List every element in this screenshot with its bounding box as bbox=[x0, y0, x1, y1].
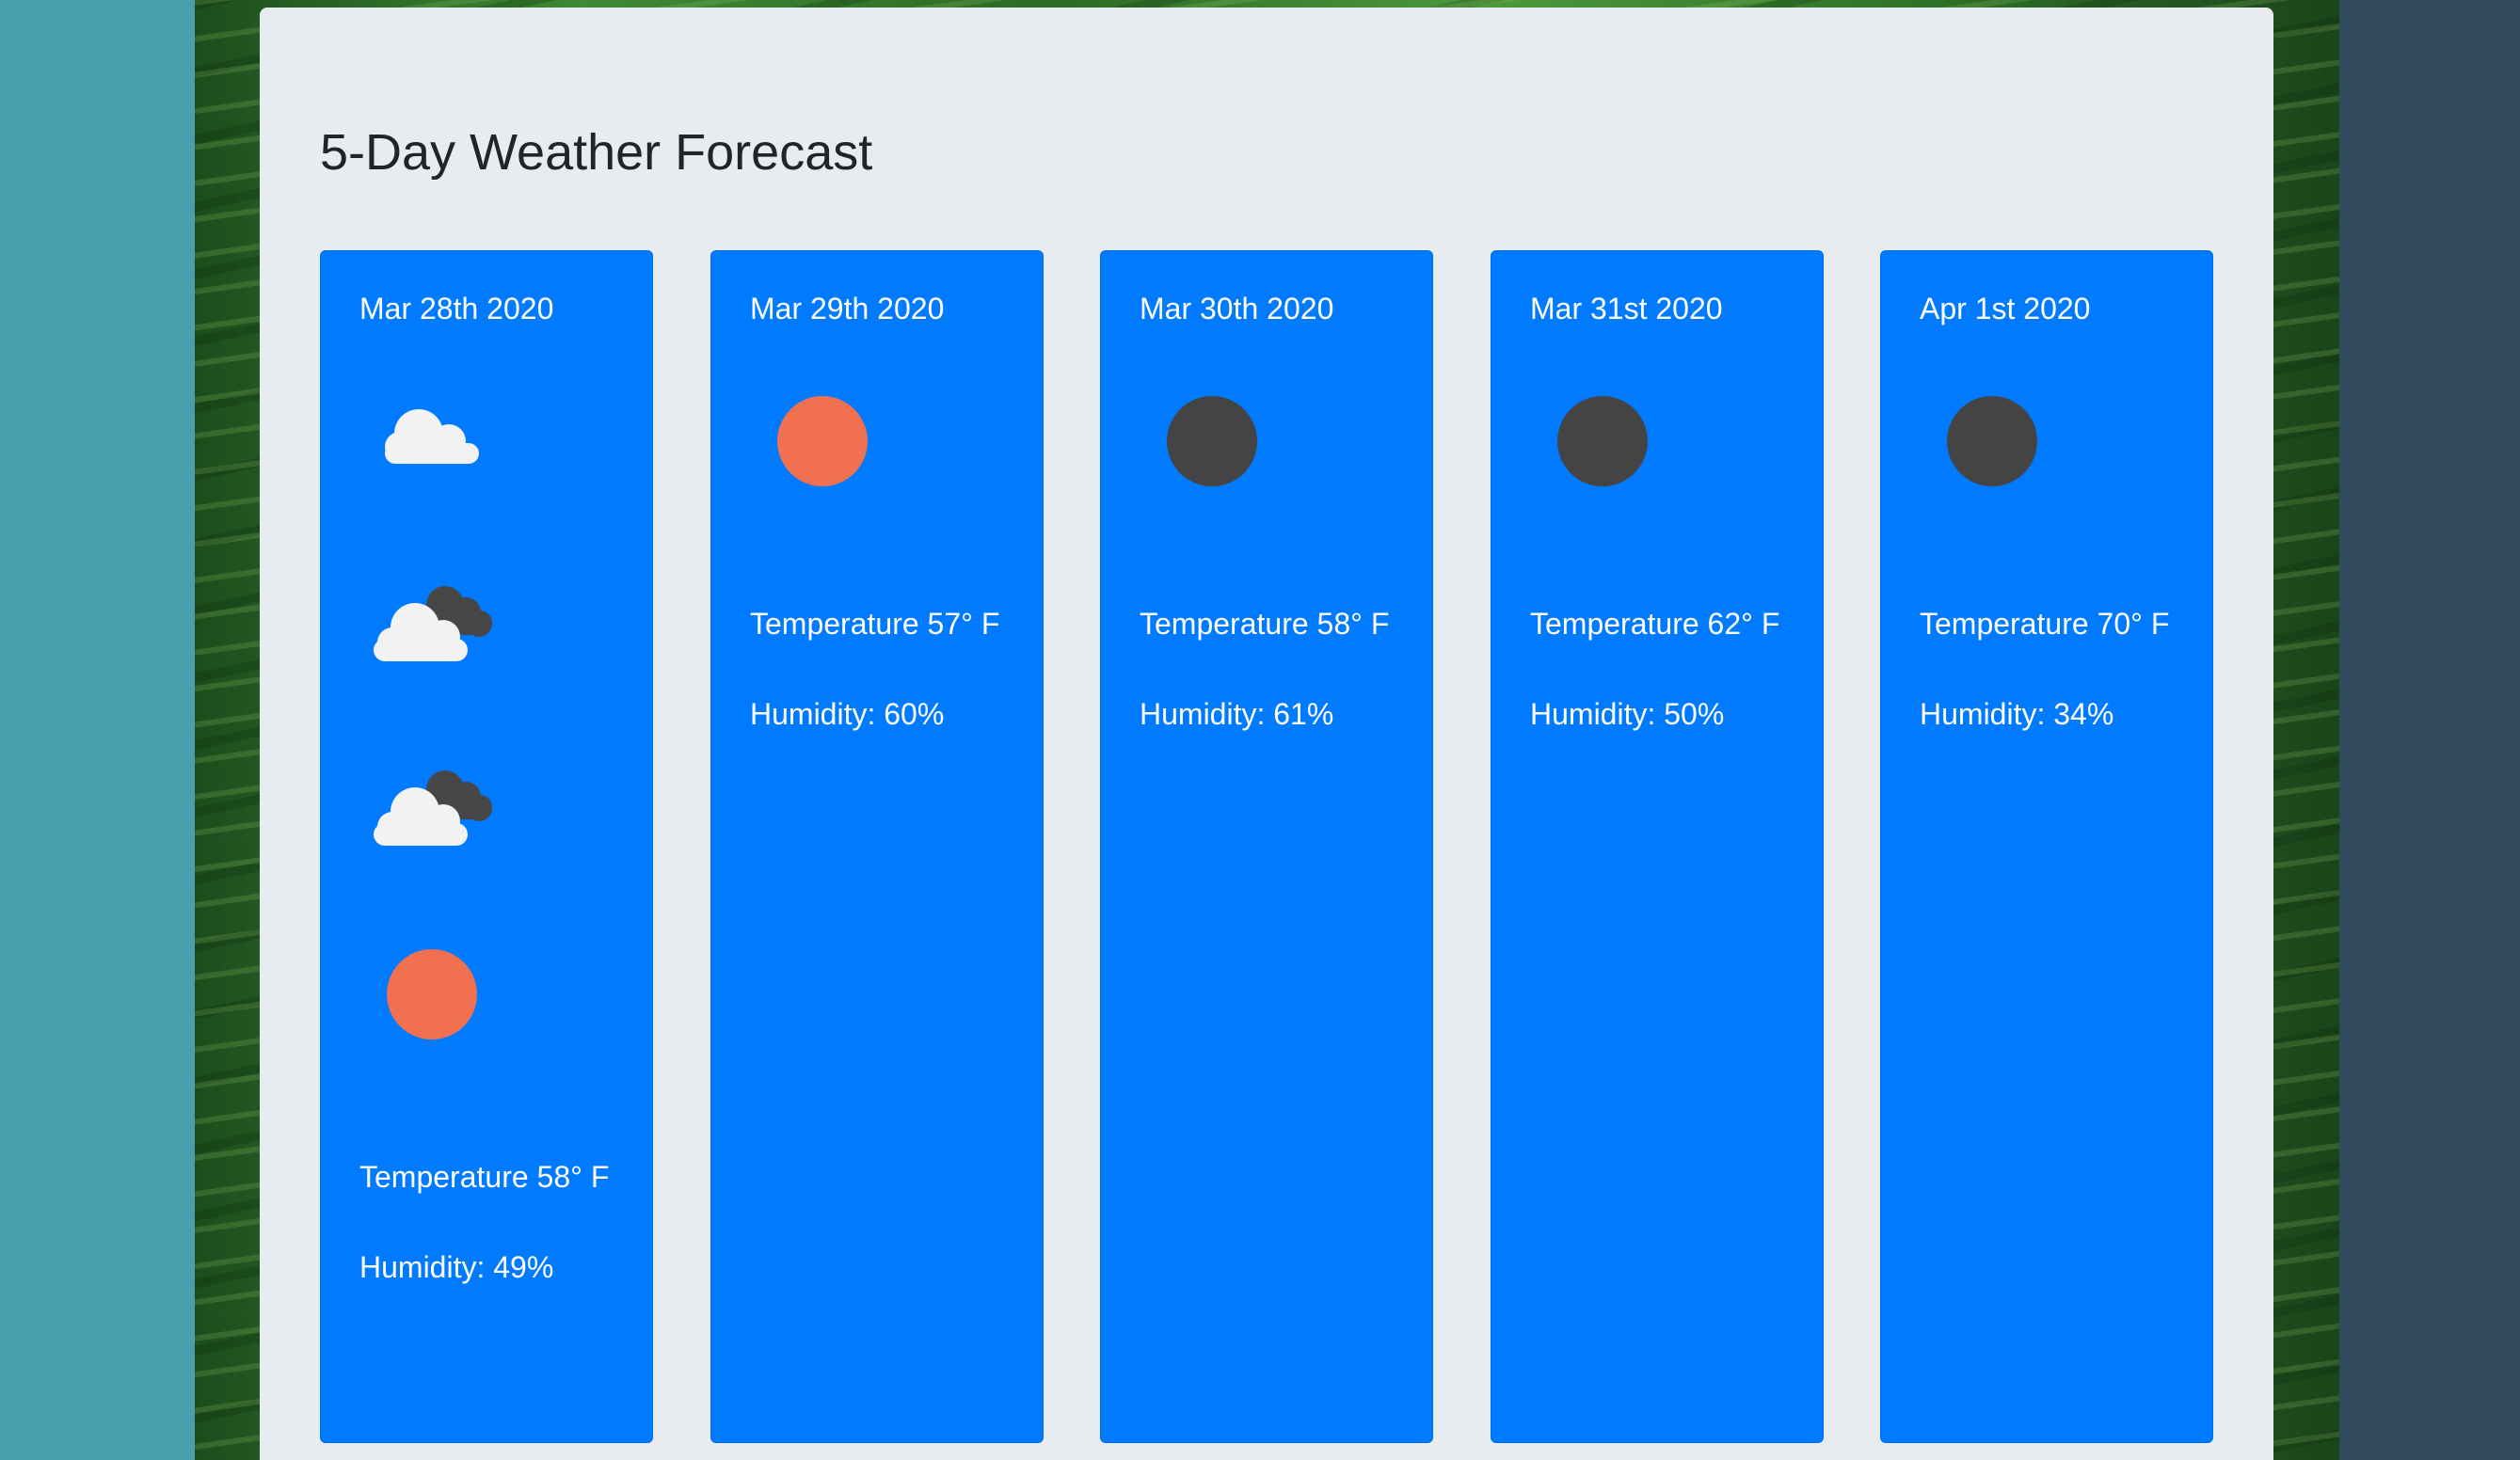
forecast-card: Mar 30th 2020 Temperature 58° F Humidity… bbox=[1100, 250, 1433, 1443]
sun-icon bbox=[359, 947, 504, 1132]
partly-dark-cloud-icon bbox=[359, 579, 504, 763]
moon-icon bbox=[1530, 394, 1675, 579]
forecast-date: Mar 29th 2020 bbox=[750, 292, 945, 325]
forecast-card: Mar 28th 2020 Temperature 58° F Humidity… bbox=[320, 250, 653, 1443]
moon-icon bbox=[1140, 394, 1284, 579]
cloud-icon bbox=[359, 394, 504, 579]
weather-icons bbox=[359, 394, 504, 1132]
background-right bbox=[2339, 0, 2520, 1460]
forecast-panel: 5-Day Weather Forecast Mar 28th 2020 Tem… bbox=[260, 8, 2273, 1460]
humidity-text: Humidity: 61% bbox=[1140, 697, 1334, 732]
forecast-date: Apr 1st 2020 bbox=[1920, 292, 2091, 325]
weather-icons bbox=[1920, 394, 2065, 579]
partly-dark-cloud-icon bbox=[359, 763, 504, 947]
temperature-text: Temperature 58° F bbox=[359, 1160, 610, 1195]
forecast-card: Apr 1st 2020 Temperature 70° F Humidity:… bbox=[1880, 250, 2213, 1443]
sun-icon bbox=[750, 394, 895, 579]
weather-icons bbox=[750, 394, 895, 579]
humidity-text: Humidity: 50% bbox=[1530, 697, 1725, 732]
humidity-text: Humidity: 34% bbox=[1920, 697, 2114, 732]
forecast-date: Mar 30th 2020 bbox=[1140, 292, 1334, 325]
temperature-text: Temperature 70° F bbox=[1920, 607, 2170, 642]
moon-icon bbox=[1920, 394, 2065, 579]
page-title: 5-Day Weather Forecast bbox=[320, 124, 873, 181]
temperature-text: Temperature 57° F bbox=[750, 607, 1000, 642]
forecast-date: Mar 31st 2020 bbox=[1530, 292, 1723, 325]
forecast-card: Mar 31st 2020 Temperature 62° F Humidity… bbox=[1491, 250, 1824, 1443]
weather-icons bbox=[1140, 394, 1284, 579]
page: 5-Day Weather Forecast Mar 28th 2020 Tem… bbox=[0, 0, 2520, 1460]
background-left bbox=[0, 0, 195, 1460]
temperature-text: Temperature 62° F bbox=[1530, 607, 1780, 642]
temperature-text: Temperature 58° F bbox=[1140, 607, 1390, 642]
forecast-date: Mar 28th 2020 bbox=[359, 292, 554, 325]
forecast-card: Mar 29th 2020 Temperature 57° F Humidity… bbox=[710, 250, 1044, 1443]
weather-icons bbox=[1530, 394, 1675, 579]
humidity-text: Humidity: 60% bbox=[750, 697, 945, 732]
humidity-text: Humidity: 49% bbox=[359, 1250, 554, 1285]
